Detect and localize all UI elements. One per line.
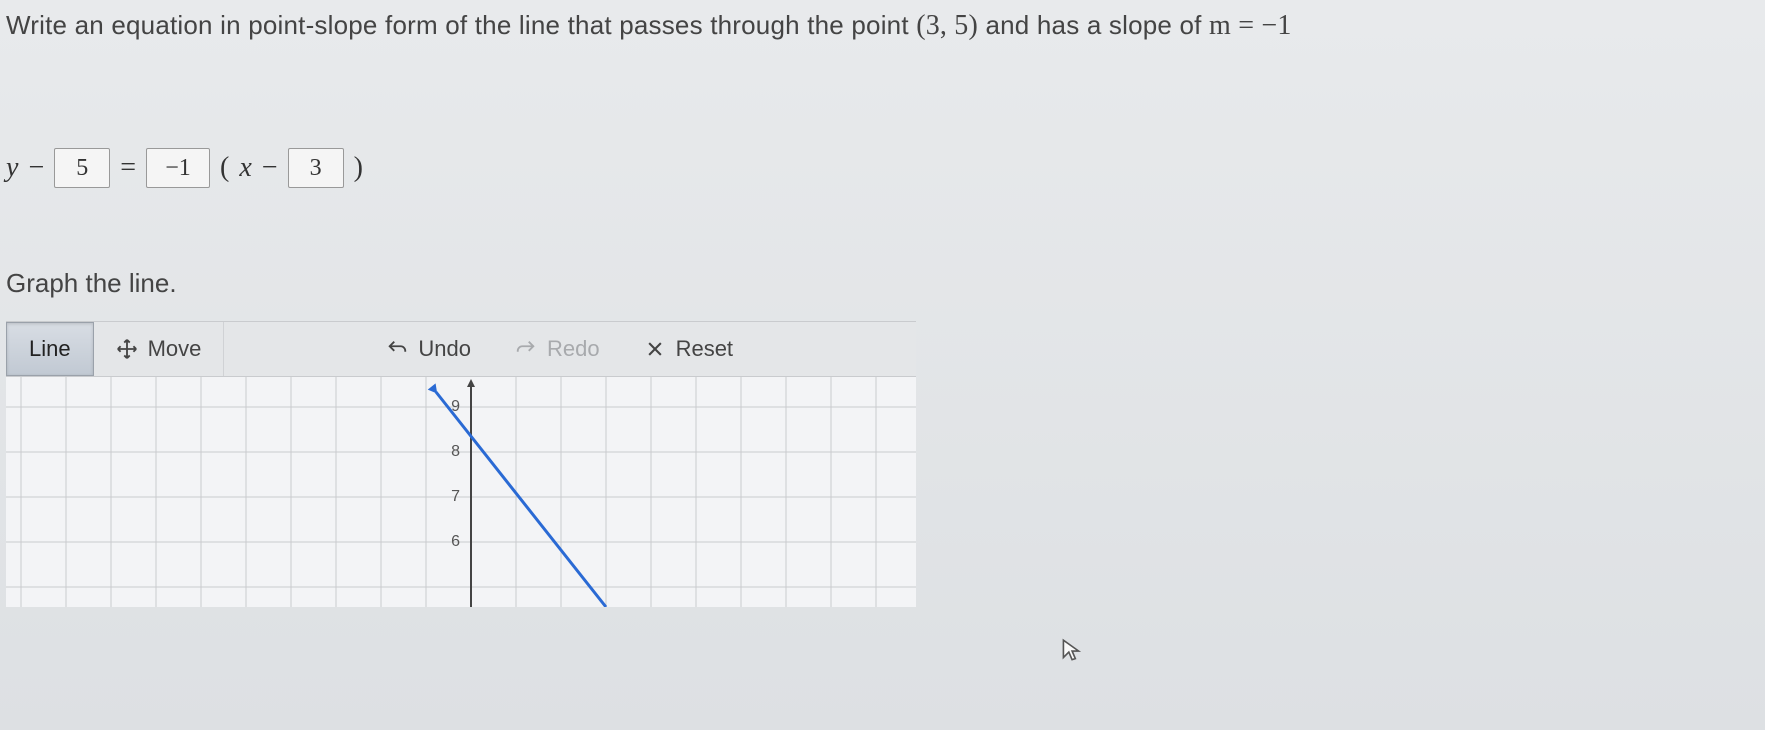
graph-prompt: Graph the line. xyxy=(0,218,1765,321)
axis-tick-9: 9 xyxy=(451,398,466,416)
question-prefix: Write an equation in point-slope form of… xyxy=(6,10,916,40)
eq-equals: = xyxy=(120,152,136,184)
eq-input-y0[interactable] xyxy=(54,148,110,188)
eq-minus1: − xyxy=(28,152,44,184)
question-point: (3, 5) xyxy=(916,10,978,41)
graph-toolbar: Line Move Undo xyxy=(6,321,916,377)
axis-tick-8: 8 xyxy=(451,443,466,461)
move-tool-label: Move xyxy=(148,336,202,362)
line-tool-button[interactable]: Line xyxy=(6,322,94,376)
undo-icon xyxy=(386,338,408,360)
move-tool-button[interactable]: Move xyxy=(94,322,225,376)
question-slope: m = −1 xyxy=(1209,10,1292,41)
eq-lparen: ( xyxy=(220,152,229,184)
reset-label: Reset xyxy=(676,336,733,362)
redo-icon xyxy=(515,338,537,360)
cursor-icon xyxy=(1060,638,1082,669)
redo-label: Redo xyxy=(547,336,600,362)
eq-x: x xyxy=(239,152,251,184)
eq-minus2: − xyxy=(262,152,278,184)
line-tool-label: Line xyxy=(29,336,71,362)
axis-tick-6: 6 xyxy=(451,533,466,551)
question-text: Write an equation in point-slope form of… xyxy=(0,0,1765,48)
eq-rparen: ) xyxy=(354,152,363,184)
equation-row: y − = ( x − ) xyxy=(0,48,1765,218)
eq-input-x0[interactable] xyxy=(288,148,344,188)
close-icon xyxy=(644,338,666,360)
undo-button[interactable]: Undo xyxy=(364,322,493,376)
graph-canvas[interactable]: 9 8 7 6 xyxy=(6,377,916,607)
graph-area: Line Move Undo xyxy=(6,321,916,607)
axis-tick-7: 7 xyxy=(451,488,466,506)
eq-input-m[interactable] xyxy=(146,148,210,188)
redo-button[interactable]: Redo xyxy=(493,322,622,376)
question-middle: and has a slope of xyxy=(985,10,1209,40)
undo-label: Undo xyxy=(418,336,471,362)
reset-button[interactable]: Reset xyxy=(622,322,755,376)
eq-y: y xyxy=(6,152,18,184)
move-icon xyxy=(116,338,138,360)
